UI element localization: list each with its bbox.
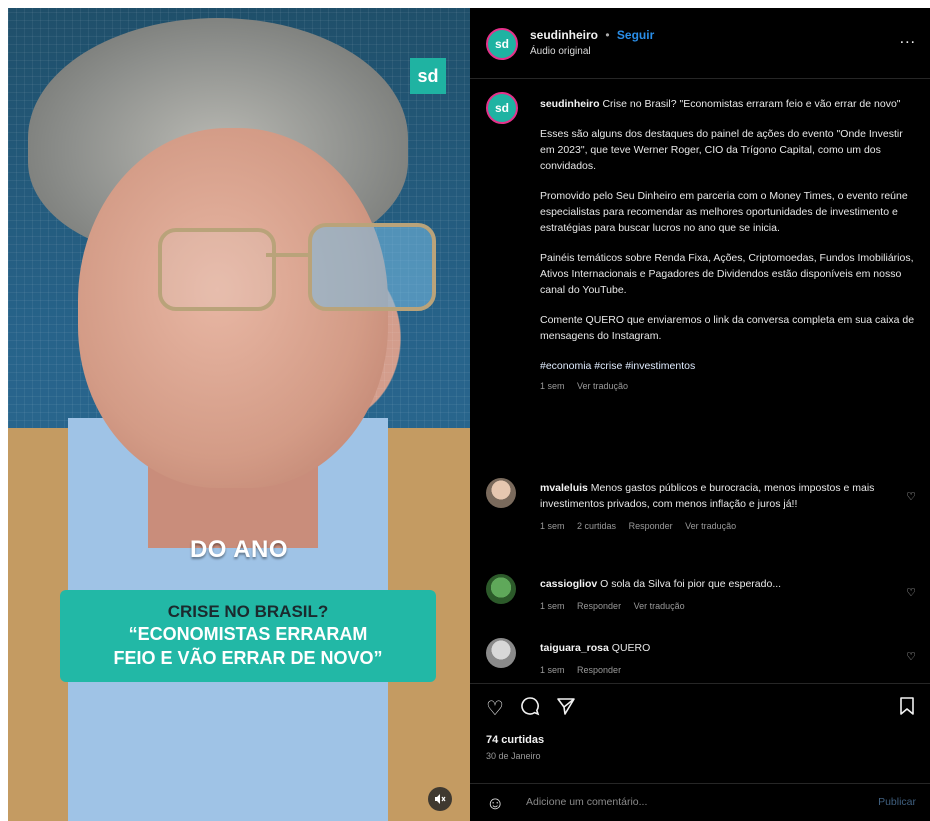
post-actions: ♡ 74 curtidas 30 de Janeiro <box>470 683 930 774</box>
comment-username[interactable]: mvaleluis <box>540 482 588 494</box>
comment-meta: 1 sem 2 curtidas Responder Ver tradução <box>540 518 890 534</box>
comment-text: taiguara_rosa QUERO 1 sem Responder <box>540 640 890 678</box>
avatar[interactable] <box>486 478 516 508</box>
publish-button[interactable]: Publicar <box>878 796 916 808</box>
translate-link[interactable]: Ver tradução <box>685 521 736 531</box>
caption-line-3: FEIO E VÃO ERRAR DE NOVO” <box>113 648 383 668</box>
heart-icon[interactable]: ♡ <box>906 650 916 663</box>
comment-icon[interactable] <box>520 696 540 722</box>
comment-time: 1 sem <box>540 665 565 675</box>
avatar[interactable]: sd <box>486 28 518 60</box>
comment-composer: ☺ Adicione um comentário... Publicar <box>470 783 930 821</box>
caption-paragraph: Painéis temáticos sobre Renda Fixa, Açõe… <box>540 252 914 296</box>
caption-time: 1 sem <box>540 381 565 391</box>
comment-text: cassiogliov O sola da Silva foi pior que… <box>540 576 890 614</box>
reply-link[interactable]: Responder <box>629 521 673 531</box>
avatar[interactable]: sd <box>486 92 518 124</box>
brand-logo: sd <box>410 58 446 94</box>
comment-body: O sola da Silva foi pior que esperado... <box>600 578 782 590</box>
translate-link[interactable]: Ver tradução <box>634 601 685 611</box>
header-separator: • <box>605 28 610 42</box>
caption-paragraph: Comente QUERO que enviaremos o link da c… <box>540 314 915 342</box>
comment-time: 1 sem <box>540 601 565 611</box>
comment-meta: 1 sem Responder <box>540 662 890 678</box>
bookmark-icon[interactable] <box>898 696 916 722</box>
caption-title: Crise no Brasil? "Economistas erraram fe… <box>602 98 901 110</box>
comment-username[interactable]: taiguara_rosa <box>540 642 609 654</box>
reply-link[interactable]: Responder <box>577 601 621 611</box>
likes-count[interactable]: 74 curtidas <box>486 734 544 746</box>
glasses-left-lens <box>158 228 276 311</box>
caption-meta: 1 sem Ver tradução <box>540 378 916 394</box>
translate-link[interactable]: Ver tradução <box>577 381 628 391</box>
header-username-row: seudinheiro • Seguir <box>530 28 654 42</box>
like-heart-icon[interactable]: ♡ <box>486 696 504 721</box>
glasses-right-lens <box>308 223 436 311</box>
glasses-bridge <box>266 253 312 257</box>
comment-body: Menos gastos públicos e burocracia, meno… <box>540 482 875 510</box>
instagram-post-viewer: sd DO ANO CRISE NO BRASIL? “ECONOMISTAS … <box>8 8 930 821</box>
comment-text: mvaleluis Menos gastos públicos e burocr… <box>540 480 890 534</box>
caption-paragraph: Promovido pelo Seu Dinheiro em parceria … <box>540 190 908 234</box>
video-caption-box: CRISE NO BRASIL? “ECONOMISTAS ERRARAM FE… <box>60 590 436 682</box>
post-date: 30 de Janeiro <box>486 751 541 761</box>
header-username[interactable]: seudinheiro <box>530 28 598 42</box>
caption-text: seudinheiro Crise no Brasil? "Economista… <box>540 96 916 394</box>
post-header: sd seudinheiro • Seguir Áudio original .… <box>470 8 930 79</box>
avatar[interactable] <box>486 638 516 668</box>
reel-media[interactable]: sd DO ANO CRISE NO BRASIL? “ECONOMISTAS … <box>8 8 470 821</box>
caption-line-2: “ECONOMISTAS ERRARAM <box>128 624 368 644</box>
caption-line-1: CRISE NO BRASIL? <box>167 602 329 621</box>
avatar[interactable] <box>486 574 516 604</box>
more-options-icon[interactable]: ... <box>900 30 916 48</box>
comment-body: QUERO <box>611 642 651 654</box>
heart-icon[interactable]: ♡ <box>906 490 916 503</box>
comment-meta: 1 sem Responder Ver tradução <box>540 598 890 614</box>
post-panel: sd seudinheiro • Seguir Áudio original .… <box>470 8 930 821</box>
heart-icon[interactable]: ♡ <box>906 586 916 599</box>
audio-label[interactable]: Áudio original <box>530 46 591 57</box>
share-icon[interactable] <box>556 696 576 722</box>
speaker-muted-icon[interactable] <box>428 787 452 811</box>
comment-input[interactable]: Adicione um comentário... <box>526 796 647 808</box>
caption-username[interactable]: seudinheiro <box>540 98 600 110</box>
follow-button[interactable]: Seguir <box>617 28 654 42</box>
comment-likes[interactable]: 2 curtidas <box>577 521 616 531</box>
emoji-icon[interactable]: ☺ <box>486 793 504 814</box>
comments-scroll[interactable]: sd seudinheiro Crise no Brasil? "Economi… <box>470 78 930 683</box>
reply-link[interactable]: Responder <box>577 665 621 675</box>
comment-username[interactable]: cassiogliov <box>540 578 597 590</box>
caption-paragraph: Esses são alguns dos destaques do painel… <box>540 128 903 172</box>
video-caption-top: DO ANO <box>189 536 289 563</box>
hashtags[interactable]: #economia #crise #investimentos <box>540 358 916 374</box>
comment-time: 1 sem <box>540 521 565 531</box>
